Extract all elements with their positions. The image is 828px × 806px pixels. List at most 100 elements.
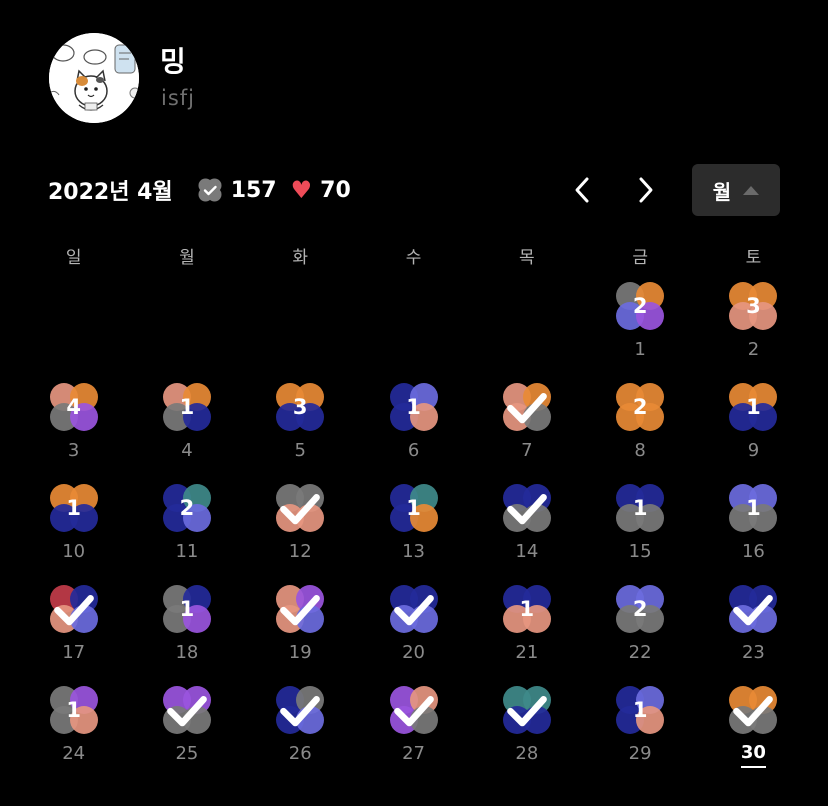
day-number: 28 [515, 743, 539, 764]
day-clover [274, 684, 326, 736]
day-number: 9 [747, 440, 760, 461]
calendar-day-cell[interactable]: 23 [697, 579, 810, 680]
day-entry-count: 1 [746, 395, 761, 419]
calendar-day-cell[interactable]: 1 15 [583, 478, 696, 579]
calendar-day-cell[interactable]: 26 [244, 680, 357, 781]
calendar-day-cell[interactable]: 19 [697, 377, 810, 478]
calendar-day-cell[interactable]: 2 22 [583, 579, 696, 680]
day-number: 18 [175, 642, 199, 663]
prev-month-button[interactable] [562, 172, 602, 208]
day-number: 22 [628, 642, 652, 663]
weekday-fri: 금 [632, 248, 648, 268]
day-clover: 1 [727, 482, 779, 534]
month-label: 2022년 4월 [48, 180, 173, 205]
day-number: 27 [402, 743, 425, 764]
day-entry-count: 1 [406, 496, 421, 520]
day-number: 1 [634, 339, 646, 360]
day-number: 11 [175, 541, 199, 562]
calendar-day-cell[interactable]: 32 [697, 276, 810, 377]
day-number: 14 [515, 541, 539, 562]
weekday-wed: 수 [405, 248, 422, 268]
day-clover: 1 [727, 381, 779, 433]
day-number: 21 [515, 642, 539, 663]
calendar-day-cell[interactable]: 1 16 [697, 478, 810, 579]
day-number: 15 [628, 541, 652, 562]
day-entry-count: 1 [519, 597, 535, 621]
calendar-day-cell[interactable]: 14 [470, 478, 583, 579]
chevron-right-icon [639, 177, 653, 203]
calendar-day-cell[interactable]: 14 [130, 377, 243, 478]
caret-up-icon [743, 185, 760, 195]
day-clover [274, 482, 326, 534]
calendar-blank-cell [470, 276, 583, 377]
calendar-day-cell[interactable]: 12 [244, 478, 357, 579]
calendar-day-cell[interactable]: 1 18 [130, 579, 243, 680]
weekday-tue: 화 [292, 248, 309, 268]
check-icon [501, 684, 553, 736]
day-number: 23 [741, 642, 765, 663]
day-entry-count: 2 [632, 597, 648, 621]
calendar-day-cell[interactable]: 1 21 [470, 579, 583, 680]
view-mode-select[interactable]: 월 [692, 164, 780, 216]
profile-avatar[interactable] [49, 33, 139, 123]
calendar-blank-cell [357, 276, 470, 377]
heart-icon: ♥ [290, 176, 313, 204]
calendar-day-cell[interactable]: 21 [583, 276, 696, 377]
month-summary: 2022년 4월 157 ♥ 70 [48, 172, 351, 208]
day-entry-count: 1 [179, 395, 195, 419]
cartoon-cat-avatar-icon [49, 33, 139, 123]
calendar-day-cell[interactable]: 35 [244, 377, 357, 478]
day-clover [388, 583, 440, 635]
day-clover: 2 [614, 381, 666, 433]
day-number: 6 [407, 440, 420, 461]
day-number: 26 [288, 743, 312, 764]
day-clover: 1 [48, 482, 100, 534]
day-clover: 4 [48, 381, 100, 433]
day-clover: 1 [388, 482, 440, 534]
next-month-button[interactable] [626, 172, 666, 208]
view-mode-label: 월 [712, 179, 732, 204]
calendar-day-cell[interactable]: 17 [17, 579, 130, 680]
day-number: 24 [62, 743, 86, 764]
day-clover: 2 [614, 583, 666, 635]
day-clover: 1 [161, 583, 213, 635]
day-clover [501, 684, 553, 736]
day-clover [161, 684, 213, 736]
calendar-day-cell[interactable]: 1 13 [357, 478, 470, 579]
profile-type: isfj [161, 86, 196, 110]
calendar-grid: 2 1 3 2 4 3 1 4 3 5 1 6 7 2 8 1 9 1 10 2 11 12 1 13 14 1 15 1 16 17 1 1… [17, 276, 810, 781]
calendar-day-cell[interactable]: 28 [583, 377, 696, 478]
day-entry-count: 2 [632, 395, 648, 419]
calendar-day-cell[interactable]: 16 [357, 377, 470, 478]
calendar-day-cell[interactable]: 27 [357, 680, 470, 781]
calendar-day-cell[interactable]: 7 [470, 377, 583, 478]
calendar-day-cell[interactable]: 20 [357, 579, 470, 680]
check-icon [727, 684, 779, 736]
day-entry-count: 1 [632, 698, 648, 722]
day-clover [274, 583, 326, 635]
calendar-blank-cell [17, 276, 130, 377]
calendar-day-cell[interactable]: 1 10 [17, 478, 130, 579]
calendar-day-cell[interactable]: 19 [244, 579, 357, 680]
day-entry-count: 3 [746, 294, 761, 318]
day-clover: 1 [48, 684, 100, 736]
check-icon [388, 684, 440, 736]
calendar-day-cell[interactable]: 2 11 [130, 478, 243, 579]
check-icon [161, 684, 213, 736]
day-number: 25 [175, 743, 199, 764]
check-badge-icon [198, 178, 222, 202]
day-number: 19 [288, 642, 312, 663]
calendar-day-cell[interactable]: 28 [470, 680, 583, 781]
day-clover: 2 [614, 280, 666, 332]
calendar-day-cell[interactable]: 1 24 [17, 680, 130, 781]
calendar-day-cell[interactable]: 25 [130, 680, 243, 781]
weekday-thu: 목 [519, 248, 535, 268]
check-icon [274, 583, 326, 635]
day-clover: 3 [727, 280, 779, 332]
calendar-day-cell[interactable]: 1 29 [583, 680, 696, 781]
calendar-day-cell[interactable]: 43 [17, 377, 130, 478]
day-entry-count: 1 [406, 395, 421, 419]
day-entry-count: 1 [632, 496, 648, 520]
calendar-day-cell[interactable]: 30 [697, 680, 810, 781]
day-clover [388, 684, 440, 736]
